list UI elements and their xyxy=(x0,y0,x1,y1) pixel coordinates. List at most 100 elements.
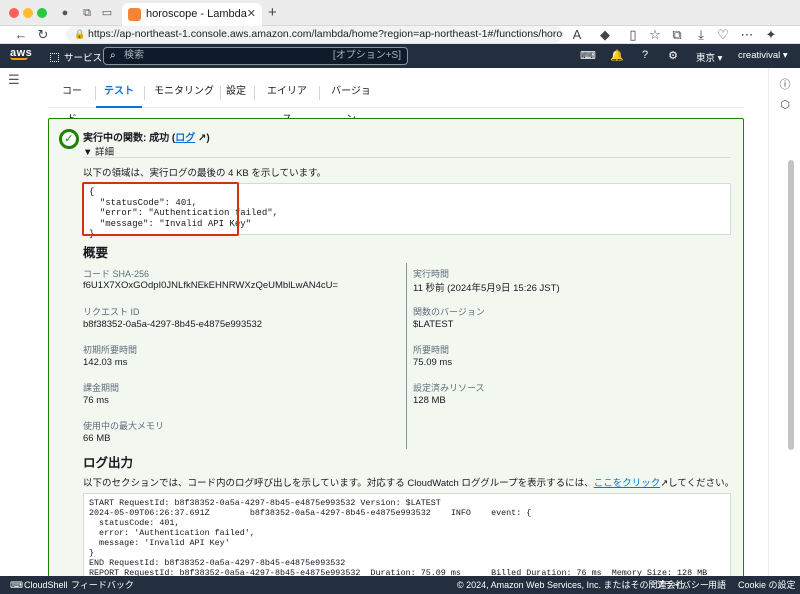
exec-time-label: 実行時間 xyxy=(413,269,450,279)
right-rail: ⓘ ⬡ xyxy=(768,68,800,576)
request-id-value: b8f38352-0a5a-4297-8b45-e4875e993532 xyxy=(83,319,263,330)
resources-value: 128 MB xyxy=(413,395,446,406)
execution-result-panel: ✓ 実行中の関数: 成功 (ログ ↗) ▼ 詳細 以下の領域は、実行ログの最後の… xyxy=(48,118,744,589)
tab-test[interactable]: テスト xyxy=(96,78,142,108)
init-duration-value: 142.03 ms xyxy=(83,357,128,368)
minimize-window-button[interactable] xyxy=(23,8,33,18)
log-description: 以下のセクションでは、コード内のログ呼び出しを示しています。対応する Cloud… xyxy=(83,475,734,489)
grid-icon xyxy=(50,53,59,62)
tab-divider xyxy=(319,86,320,100)
new-tab-button[interactable]: + xyxy=(268,4,277,21)
address-bar: ← ↻ 🔒 https://ap-northeast-1.console.aws… xyxy=(0,26,800,44)
duration-value: 75.09 ms xyxy=(413,357,453,368)
tab-code[interactable]: コード xyxy=(58,78,86,125)
workspaces-icon[interactable]: ⧉ xyxy=(80,6,94,20)
privacy-link[interactable]: プライバシー xyxy=(655,576,709,594)
tab-divider xyxy=(144,86,145,100)
profile-icon[interactable]: ● xyxy=(58,6,72,20)
tabs-icon[interactable]: ▭ xyxy=(100,6,114,20)
tab-settings[interactable]: 設定 xyxy=(226,78,246,108)
lambda-favicon-icon xyxy=(128,8,141,21)
aws-logo-text: aws xyxy=(10,47,33,59)
help-icon[interactable]: ? xyxy=(638,49,652,61)
aws-logo[interactable]: aws xyxy=(10,47,32,60)
search-icon: ⌕ xyxy=(110,50,116,61)
services-menu[interactable]: サービス xyxy=(50,50,102,64)
lock-icon: 🔒 xyxy=(74,29,86,39)
log-link[interactable]: ログ xyxy=(175,133,195,144)
feedback-link[interactable]: フィードバック xyxy=(71,576,134,594)
tab-aliases[interactable]: エイリアス xyxy=(264,78,310,125)
details-toggle[interactable]: ▼ 詳細 xyxy=(83,144,114,158)
browser-tab-bar: ● ⧉ ▭ horoscope - Lambda ✕ + xyxy=(0,0,800,26)
billed-label: 課金期間 xyxy=(83,383,120,393)
tab-divider xyxy=(220,86,221,100)
browser-tab[interactable]: horoscope - Lambda ✕ xyxy=(122,3,262,26)
log-note: 以下の領域は、実行ログの最後の 4 KB を示しています。 xyxy=(83,168,327,179)
cloudwatch-link[interactable]: ここをクリック xyxy=(594,478,661,489)
version-label: 関数のバージョン xyxy=(413,307,485,317)
column-divider xyxy=(406,263,407,449)
code-sha-value: f6U1X7XOxGOdpI0JNLfkNEkEHNRWXzQeUMblLwAN… xyxy=(83,280,339,291)
resources-label: 設定済みリソース xyxy=(413,383,485,393)
result-title: 実行中の関数: 成功 (ログ ↗) xyxy=(83,129,210,144)
extension-icon[interactable]: ◆ xyxy=(598,27,612,43)
copilot-icon[interactable]: ✦ xyxy=(764,27,778,43)
function-tabs: コード テスト モニタリング 設定 エイリアス バージョン xyxy=(48,78,744,125)
success-check-icon: ✓ xyxy=(59,129,79,149)
divider xyxy=(83,157,731,158)
aws-footer: ⌨ CloudShell フィードバック © 2024, Amazon Web … xyxy=(0,576,800,594)
scrollbar-thumb[interactable] xyxy=(788,160,794,450)
hamburger-menu-icon[interactable]: ☰ xyxy=(8,72,20,88)
log-desc-suffix: してください。 xyxy=(668,478,735,489)
external-link-icon: ↗ xyxy=(660,478,669,489)
url-field[interactable]: 🔒 https://ap-northeast-1.console.aws.ama… xyxy=(66,26,563,43)
services-label: サービス xyxy=(64,53,103,64)
request-id-label: リクエスト ID xyxy=(83,307,140,317)
result-title-suffix: ) xyxy=(206,133,210,144)
read-aloud-icon[interactable]: A xyxy=(570,27,584,42)
init-duration-label: 初期所要時間 xyxy=(83,345,138,355)
cloudshell-link[interactable]: CloudShell xyxy=(24,576,68,594)
collections-icon[interactable]: ⧉ xyxy=(670,27,684,43)
tab-monitoring[interactable]: モニタリング xyxy=(152,78,216,108)
hexagon-icon[interactable]: ⬡ xyxy=(778,98,792,111)
cloudshell-icon[interactable]: ⌨ xyxy=(580,49,596,62)
log-output[interactable]: START RequestId: b8f38352-0a5a-4297-8b45… xyxy=(83,493,731,589)
cloudshell-icon[interactable]: ⌨ xyxy=(10,576,23,594)
settings-icon[interactable]: ⚙ xyxy=(666,49,680,62)
close-window-button[interactable] xyxy=(9,8,19,18)
reload-icon[interactable]: ↻ xyxy=(36,27,50,43)
log-desc-text: 以下のセクションでは、コード内のログ呼び出しを示しています。対応する Cloud… xyxy=(83,478,594,489)
aws-top-nav: aws サービス ⌕ 検索 [オプション+S] ⌨ 🔔 ? ⚙ 東京 ▾ cre… xyxy=(0,44,800,68)
billed-value: 76 ms xyxy=(83,395,109,406)
search-placeholder: 検索 xyxy=(124,50,144,61)
info-icon[interactable]: ⓘ xyxy=(778,76,792,92)
account-menu[interactable]: creativival ▾ xyxy=(738,50,788,61)
version-value: $LATEST xyxy=(413,319,454,330)
cookie-settings-link[interactable]: Cookie の設定 xyxy=(738,576,796,594)
external-link-icon: ↗ xyxy=(195,133,207,144)
notifications-icon[interactable]: 🔔 xyxy=(610,49,624,62)
exec-time-value: 11 秒前 (2024年5月9日 15:26 JST) xyxy=(413,283,560,294)
tab-divider xyxy=(254,86,255,100)
max-memory-label: 使用中の最大メモリ xyxy=(83,421,165,431)
zoom-window-button[interactable] xyxy=(37,8,47,18)
close-tab-icon[interactable]: ✕ xyxy=(247,3,256,26)
terms-link[interactable]: 用語 xyxy=(708,576,726,594)
favorites-icon[interactable]: ☆ xyxy=(648,27,662,43)
tab-versions[interactable]: バージョン xyxy=(329,78,373,125)
highlight-box xyxy=(82,182,239,236)
region-selector[interactable]: 東京 ▾ xyxy=(696,50,722,64)
summary-heading: 概要 xyxy=(83,246,109,260)
search-input[interactable]: ⌕ 検索 [オプション+S] xyxy=(103,47,408,65)
tab-title: horoscope - Lambda xyxy=(146,8,247,20)
url-text: https://ap-northeast-1.console.aws.amazo… xyxy=(88,28,563,40)
duration-label: 所要時間 xyxy=(413,345,450,355)
back-icon[interactable]: ← xyxy=(14,27,28,42)
code-sha-label: コード SHA-256 xyxy=(83,269,150,279)
heart-icon[interactable]: ♡ xyxy=(716,27,730,43)
downloads-icon[interactable]: ⤓ xyxy=(694,27,708,43)
split-screen-icon[interactable]: ▯ xyxy=(626,27,640,43)
more-icon[interactable]: ⋯ xyxy=(740,27,754,43)
